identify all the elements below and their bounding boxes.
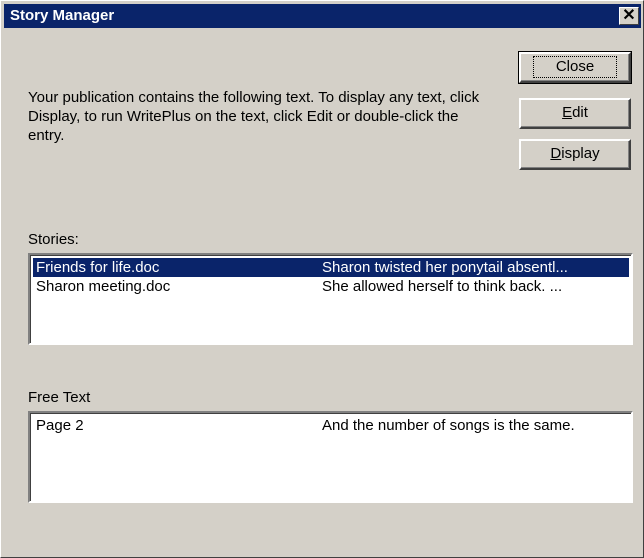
list-item[interactable]: Sharon meeting.doc She allowed herself t…: [33, 277, 629, 296]
story-preview: Sharon twisted her ponytail absentl...: [322, 259, 568, 276]
story-manager-dialog: Story Manager ✕ Your publication contain…: [0, 0, 644, 558]
free-text-preview: And the number of songs is the same.: [322, 417, 575, 434]
free-text-name: Page 2: [36, 417, 84, 434]
story-name: Sharon meeting.doc: [36, 278, 171, 295]
stories-listbox[interactable]: Friends for life.doc Sharon twisted her …: [28, 253, 633, 345]
free-text-listbox[interactable]: Page 2 And the number of songs is the sa…: [28, 411, 633, 503]
story-preview: She allowed herself to think back. ...: [322, 278, 563, 295]
stories-label: Stories:: [28, 231, 79, 248]
free-text-label: Free Text: [28, 389, 91, 406]
close-icon: ✕: [622, 7, 636, 24]
close-button[interactable]: Close: [518, 51, 632, 84]
edit-button[interactable]: Edit: [519, 98, 631, 129]
title-bar: Story Manager ✕: [4, 4, 641, 28]
list-item[interactable]: Page 2 And the number of songs is the sa…: [33, 416, 629, 435]
story-name: Friends for life.doc: [36, 259, 160, 276]
intro-text: Your publication contains the following …: [28, 89, 480, 144]
display-button[interactable]: Display: [519, 139, 631, 170]
window-title: Story Manager: [10, 7, 115, 24]
close-button-label: Close: [532, 56, 618, 78]
list-item[interactable]: Friends for life.doc Sharon twisted her …: [33, 258, 629, 277]
close-window-button[interactable]: ✕: [619, 7, 639, 25]
display-button-label: Display: [550, 145, 600, 162]
edit-button-label: Edit: [562, 104, 588, 121]
